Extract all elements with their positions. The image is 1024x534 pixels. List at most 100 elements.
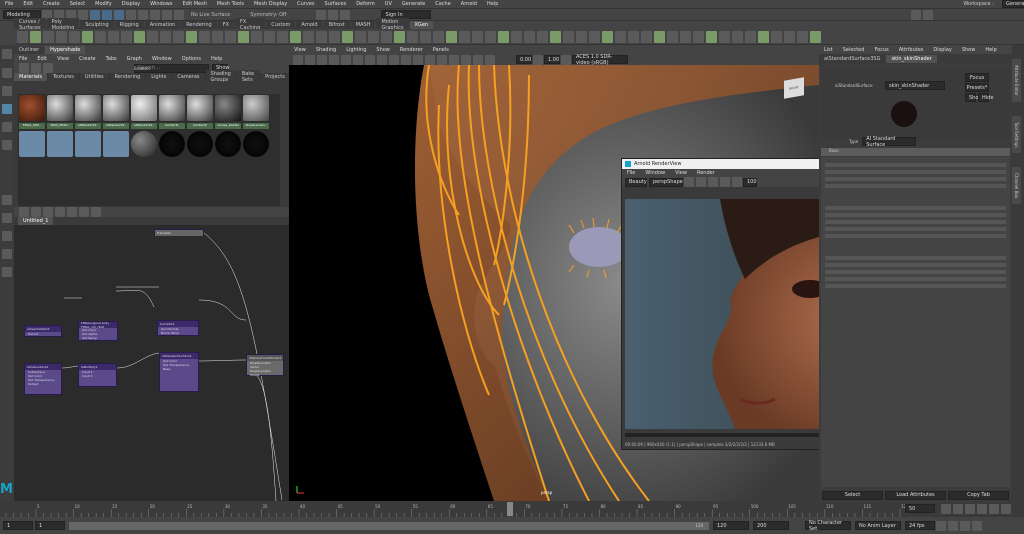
xgen-clump2-icon[interactable] [264, 30, 275, 43]
material-swatch[interactable] [131, 95, 157, 121]
cube-swatch[interactable] [75, 131, 101, 157]
snap-grid-icon[interactable] [126, 9, 136, 20]
select-hierarchy-icon[interactable] [90, 9, 100, 20]
browser-tab[interactable]: Utilities [79, 73, 109, 81]
browser-tab[interactable]: Shading Groups [205, 70, 236, 84]
browser-tab[interactable]: Materials [14, 73, 47, 81]
xgen-fur-icon[interactable] [810, 30, 821, 43]
range-bar[interactable]: 120 [69, 521, 709, 530]
attribute-editor-toggle-icon[interactable] [911, 9, 922, 20]
hypershade-tab[interactable]: Outliner [14, 45, 45, 54]
shelf-tab[interactable]: Arnold [296, 20, 323, 29]
cube-swatch[interactable] [19, 131, 45, 157]
frame-selection-icon[interactable] [55, 207, 65, 217]
workspace-dropdown[interactable]: General* [1002, 0, 1024, 8]
node-name-field[interactable]: skin_skinShader [885, 81, 945, 90]
hypershade-menu-item[interactable]: Window [147, 56, 177, 62]
material-swatch[interactable] [215, 95, 241, 121]
input-connections-icon[interactable] [19, 207, 29, 217]
menu-item[interactable]: Surfaces [320, 1, 352, 7]
attribute-editor-menu-item[interactable]: Focus [869, 47, 893, 53]
shelf-tab[interactable]: Custom [266, 20, 296, 29]
fps-dropdown[interactable]: 24 fps [905, 521, 935, 530]
image-plane-icon[interactable] [329, 54, 339, 65]
shelf-tab[interactable]: Rigging [114, 20, 144, 29]
graph-materials-icon[interactable] [19, 63, 29, 73]
attribute-editor-menu-item[interactable]: List [819, 47, 838, 53]
wire-on-shaded-icon[interactable] [401, 54, 411, 65]
menu-item[interactable]: Help [482, 1, 503, 7]
audio-icon[interactable] [960, 520, 970, 531]
renderview-menu-item[interactable]: File [622, 170, 640, 176]
menu-item[interactable]: Curves [292, 1, 319, 7]
specular-ior-slider[interactable] [825, 227, 1006, 231]
xgen-guide-icon[interactable] [277, 30, 288, 43]
key-icon[interactable] [948, 520, 958, 531]
hypershade-menu-item[interactable]: Help [206, 56, 227, 62]
gamma-field[interactable]: 1.00 [544, 55, 560, 64]
xgen-brush-icon[interactable] [17, 30, 28, 43]
xgen-coil-icon[interactable] [485, 30, 496, 43]
displacement-node[interactable]: displacementShader1 Displacement Vector Di… [246, 354, 284, 377]
xgen-smooth-icon[interactable] [524, 30, 535, 43]
xgen-grab-icon[interactable] [537, 30, 548, 43]
ae-bottom-button[interactable]: Copy Tab [948, 490, 1009, 500]
zoom-icon[interactable] [2, 267, 12, 277]
move-tool-icon[interactable] [2, 104, 12, 114]
xgen-clump2-icon[interactable] [654, 30, 665, 43]
xgen-delete-icon[interactable] [732, 30, 743, 43]
subsurface-weight-slider[interactable] [825, 263, 1006, 267]
textured-icon[interactable] [413, 54, 423, 65]
xgen-interp-icon[interactable] [355, 30, 366, 43]
browser-tab[interactable]: Bake Sets [236, 70, 260, 84]
xgen-comb-icon[interactable] [433, 30, 444, 43]
snap-grid-toggle-icon[interactable] [91, 207, 101, 217]
attribute-editor-menu-item[interactable]: Display [928, 47, 956, 53]
gamma-icon[interactable] [533, 54, 543, 65]
select-tool-icon[interactable] [2, 49, 12, 59]
xgen-width-icon[interactable] [238, 30, 249, 43]
single-view-icon[interactable] [2, 195, 12, 205]
node-port[interactable]: Base [160, 367, 198, 371]
scale-tool-icon[interactable] [2, 140, 12, 150]
snap-curve-icon[interactable] [138, 9, 148, 20]
xgen-plait-icon[interactable] [758, 30, 769, 43]
material-swatch[interactable] [75, 95, 101, 121]
xray-icon[interactable] [485, 54, 495, 65]
subsurface-radius-slider[interactable] [825, 277, 1006, 281]
sphere-swatch[interactable] [159, 131, 185, 157]
xgen-fur-icon[interactable] [30, 30, 41, 43]
ae-bottom-button[interactable]: Select [822, 490, 883, 500]
smooth-shade-icon[interactable] [389, 54, 399, 65]
node-port[interactable]: Out Int [25, 332, 61, 336]
xgen-grab-icon[interactable] [147, 30, 158, 43]
xgen-density-icon[interactable] [602, 30, 613, 43]
output-connections-icon[interactable] [31, 207, 41, 217]
xgen-clump-icon[interactable] [459, 30, 470, 43]
xgen-region-icon[interactable] [251, 30, 262, 43]
shelf-tab[interactable]: Sculpting [80, 20, 114, 29]
shadows-icon[interactable] [437, 54, 447, 65]
sphere-swatch[interactable] [215, 131, 241, 157]
viewport-menu-item[interactable]: View [289, 47, 311, 53]
character-set-dropdown[interactable]: No Character Set [805, 520, 851, 532]
snapshot-icon[interactable] [684, 177, 694, 187]
menu-item[interactable]: Edit Mesh [177, 1, 211, 7]
xgen-braid-icon[interactable] [498, 30, 509, 43]
anisotropy-slider[interactable] [825, 234, 1006, 238]
colorspace-dropdown[interactable]: ACES 1.0 SDR-video (sRGB) [572, 54, 628, 66]
prefs-icon[interactable] [972, 520, 982, 531]
start-frame-field[interactable]: 1 [3, 521, 33, 530]
sphere-swatch[interactable] [131, 131, 157, 157]
loop-icon[interactable] [936, 520, 946, 531]
shelf-tab[interactable]: MASH [350, 20, 376, 29]
hypershade-menu-item[interactable]: File [14, 56, 32, 62]
ae-bottom-button[interactable]: Load Attributes [885, 490, 946, 500]
xgen-hair-icon[interactable] [784, 30, 795, 43]
focus-button[interactable]: Focus [965, 73, 989, 82]
step-forward-icon[interactable] [989, 504, 999, 514]
node-port[interactable]: Out Ramp [79, 336, 117, 340]
base-color-slider[interactable] [825, 170, 1006, 174]
select-component-icon[interactable] [114, 9, 124, 20]
ambient-occlusion-icon[interactable] [449, 54, 459, 65]
